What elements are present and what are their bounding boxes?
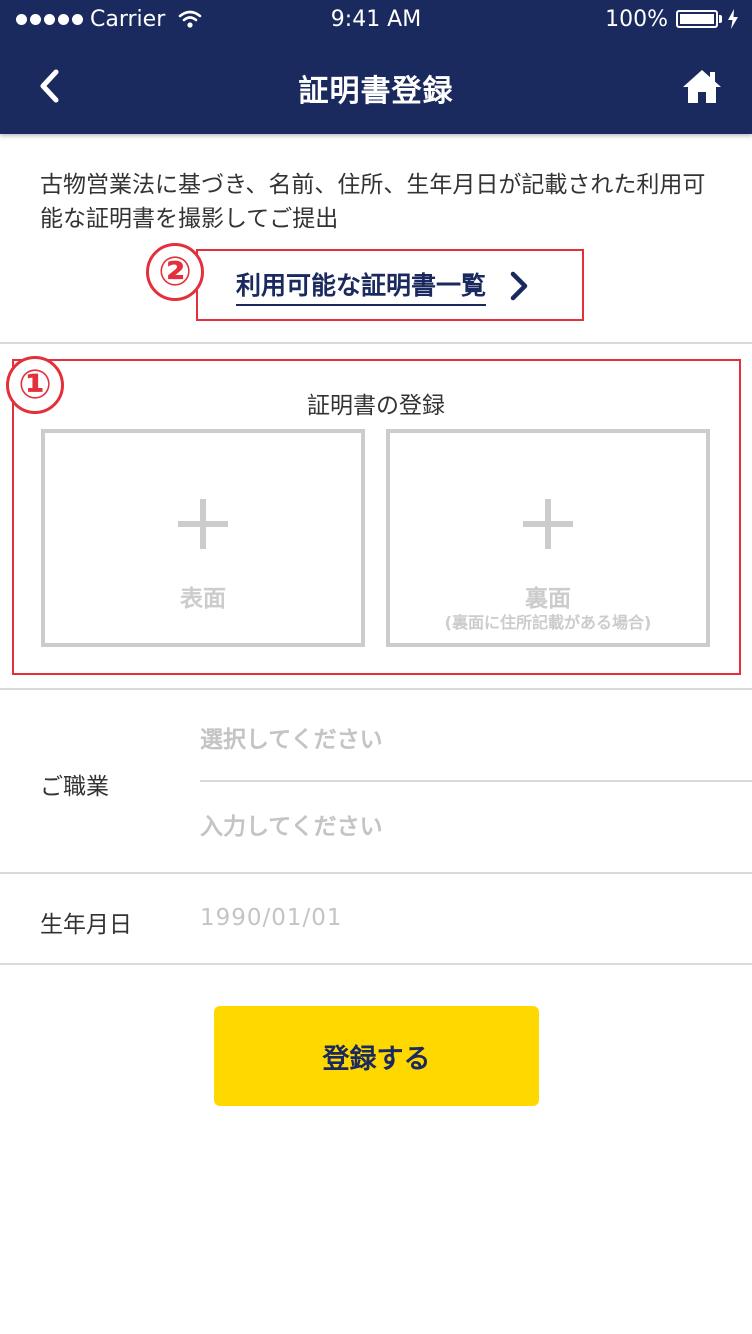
home-icon: [683, 70, 721, 103]
battery-percentage: 100%: [605, 7, 668, 32]
upload-front-label: 表面: [180, 586, 226, 612]
navigation-header: Carrier 9:41 AM 100% 証明書登録: [0, 0, 752, 134]
intro-text: 古物営業法に基づき、名前、住所、生年月日が記載された利用可能な証明書を撮影してご…: [40, 172, 706, 232]
available-documents-link[interactable]: 利用可能な証明書一覧: [236, 266, 530, 306]
chevron-right-icon: [510, 271, 528, 301]
upload-back-button[interactable]: 裏面 (裏面に住所記載がある場合): [386, 429, 710, 647]
battery-tip: [719, 15, 722, 23]
charging-icon: [727, 9, 739, 35]
occupation-label: ご職業: [40, 774, 109, 800]
occupation-select[interactable]: [200, 715, 740, 765]
upload-back-note: (裏面に住所記載がある場合): [444, 613, 652, 632]
status-bar: Carrier 9:41 AM 100%: [0, 0, 752, 40]
annotation-badge-2: ②: [146, 243, 204, 301]
upload-back-label: 裏面: [525, 586, 571, 612]
birthday-label: 生年月日: [40, 912, 132, 938]
available-documents-label: 利用可能な証明書一覧: [236, 266, 487, 306]
section-divider: [0, 872, 752, 874]
section-divider: [0, 688, 752, 690]
section-divider: [0, 963, 752, 965]
section-divider: [0, 342, 752, 344]
field-divider: [200, 780, 752, 782]
occupation-input[interactable]: [200, 802, 740, 852]
upload-section-title: 証明書の登録: [307, 393, 445, 419]
register-button[interactable]: 登録する: [214, 1006, 539, 1106]
page-title: 証明書登録: [298, 74, 454, 109]
birthday-input[interactable]: [200, 893, 740, 943]
plus-icon: [178, 499, 228, 549]
home-button[interactable]: [678, 62, 726, 110]
battery-icon: [676, 10, 718, 28]
upload-front-button[interactable]: 表面: [41, 429, 365, 647]
plus-icon: [523, 499, 573, 549]
